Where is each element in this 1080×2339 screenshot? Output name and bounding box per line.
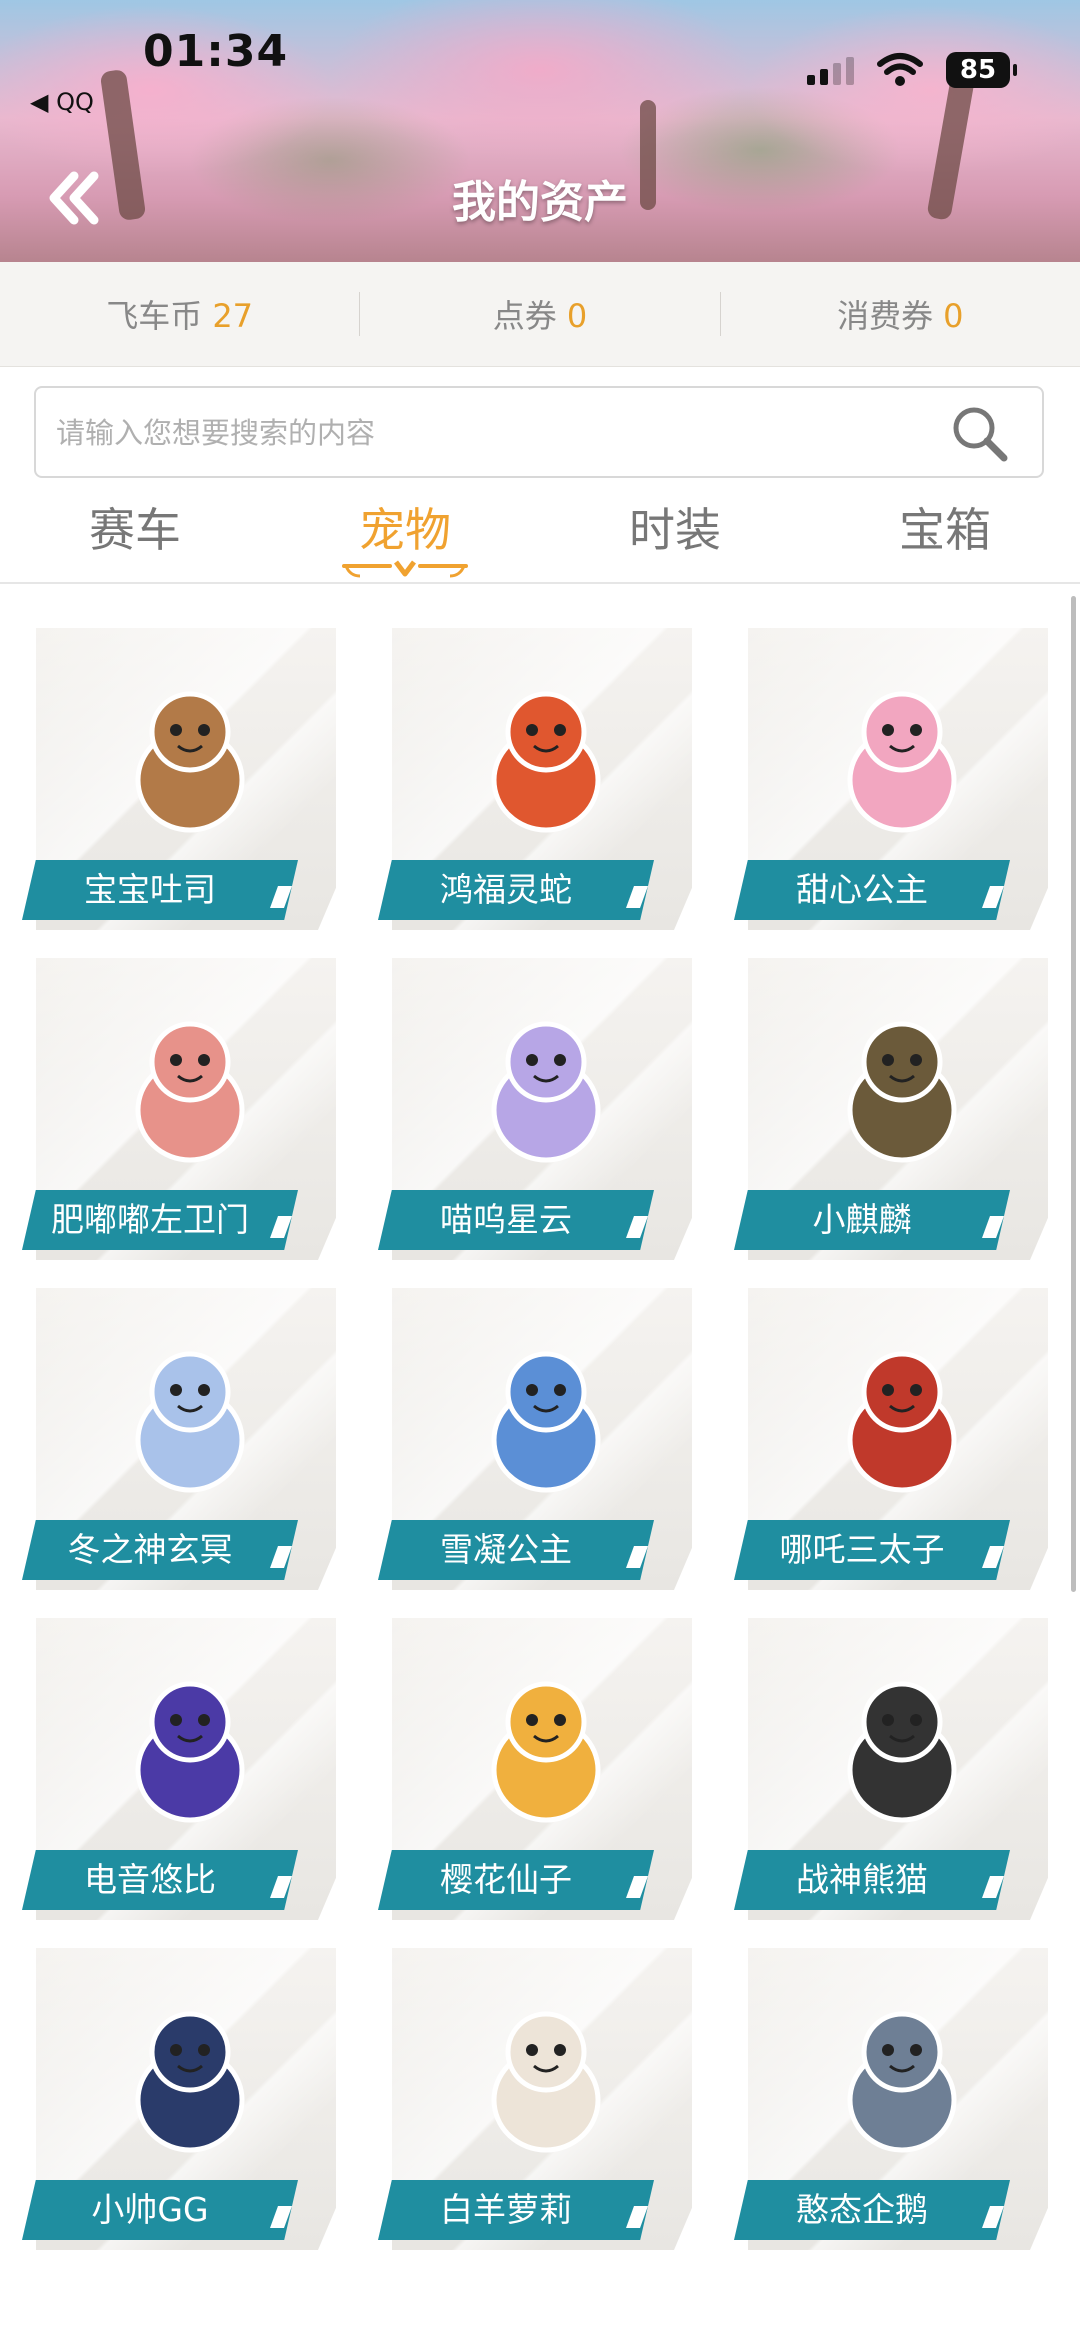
tab-pet[interactable]: 宠物 — [270, 490, 540, 582]
pet-name-label: 哪吒三太子 — [734, 1520, 1010, 1580]
pet-name-label: 冬之神玄冥 — [22, 1520, 298, 1580]
pet-name-label: 电音悠比 — [22, 1850, 298, 1910]
currency-label: 消费券 — [837, 297, 934, 335]
currency-value: 27 — [212, 297, 254, 335]
pet-name-label: 肥嘟嘟左卫门 — [22, 1190, 298, 1250]
search-input[interactable] — [54, 388, 918, 478]
sheep-pet-icon — [491, 2011, 601, 2153]
pet-card[interactable]: 宝宝吐司 — [10, 620, 336, 940]
pet-card[interactable]: 樱花仙子 — [366, 1610, 692, 1930]
wifi-icon — [877, 53, 923, 86]
pet-card[interactable]: 小帅GG — [10, 1940, 336, 2260]
music-pet-icon — [135, 1681, 245, 1823]
snake-pet-icon — [491, 691, 601, 833]
currency-bar: 飞车币 27 点券 0 消费券 0 — [0, 262, 1080, 367]
cellular-signal-icon — [807, 55, 854, 85]
currency-label: 点券 — [492, 297, 557, 335]
currency-feichebi: 飞车币 27 — [0, 291, 359, 337]
pet-card[interactable]: 哪吒三太子 — [722, 1280, 1048, 1600]
pet-card[interactable]: 喵呜星云 — [366, 950, 692, 1270]
pet-name-label: 鸿福灵蛇 — [378, 860, 654, 920]
battery-icon: 85 — [946, 52, 1017, 88]
pet-name-label: 雪凝公主 — [378, 1520, 654, 1580]
pet-card[interactable]: 雪凝公主 — [366, 1280, 692, 1600]
label-corner-mark-icon — [982, 1546, 1004, 1568]
tab-label: 时装 — [629, 503, 721, 557]
label-corner-mark-icon — [626, 886, 648, 908]
pet-card[interactable]: 小麒麟 — [722, 950, 1048, 1270]
label-corner-mark-icon — [982, 886, 1004, 908]
pet-name-label: 白羊萝莉 — [378, 2180, 654, 2240]
search-icon[interactable] — [948, 402, 1012, 466]
category-tabs: 赛车 宠物 时装 宝箱 — [0, 490, 1080, 584]
currency-xiaofeiquan: 消费券 0 — [721, 291, 1080, 337]
pet-name-label: 樱花仙子 — [378, 1850, 654, 1910]
currency-dianquan: 点券 0 — [360, 291, 719, 337]
label-corner-mark-icon — [270, 1216, 292, 1238]
boy-pet-icon — [135, 2011, 245, 2153]
search-box — [34, 386, 1044, 478]
label-corner-mark-icon — [626, 2206, 648, 2228]
label-corner-mark-icon — [982, 2206, 1004, 2228]
header-banner: 01:34 ◀ QQ 85 我的资产 — [0, 0, 1080, 262]
label-corner-mark-icon — [270, 2206, 292, 2228]
pet-name-label: 喵呜星云 — [378, 1190, 654, 1250]
sakura-fairy-pet-icon — [491, 1681, 601, 1823]
tab-fashion[interactable]: 时装 — [540, 490, 810, 582]
pet-name-label: 甜心公主 — [734, 860, 1010, 920]
active-tab-indicator — [342, 560, 468, 578]
tab-treasure-box[interactable]: 宝箱 — [810, 490, 1080, 582]
status-icons: 85 — [807, 52, 1017, 88]
label-corner-mark-icon — [270, 886, 292, 908]
princess-pet-icon — [847, 691, 957, 833]
label-corner-mark-icon — [270, 1546, 292, 1568]
pet-card[interactable]: 甜心公主 — [722, 620, 1048, 940]
currency-label: 飞车币 — [106, 297, 203, 335]
tab-racecar[interactable]: 赛车 — [0, 490, 270, 582]
scrollbar[interactable] — [1071, 596, 1076, 1592]
currency-value: 0 — [566, 297, 588, 335]
status-time: 01:34 — [143, 26, 289, 77]
panda-pet-icon — [847, 1681, 957, 1823]
pet-name-label: 憨态企鹅 — [734, 2180, 1010, 2240]
pet-card[interactable]: 肥嘟嘟左卫门 — [10, 950, 336, 1270]
tab-label: 赛车 — [89, 503, 181, 557]
page-title: 我的资产 — [452, 177, 628, 228]
label-corner-mark-icon — [270, 1876, 292, 1898]
pet-card[interactable]: 电音悠比 — [10, 1610, 336, 1930]
label-corner-mark-icon — [626, 1546, 648, 1568]
pet-card[interactable]: 憨态企鹅 — [722, 1940, 1048, 2260]
label-corner-mark-icon — [626, 1876, 648, 1898]
snow-princess-pet-icon — [491, 1351, 601, 1493]
pet-card[interactable]: 白羊萝莉 — [366, 1940, 692, 2260]
label-corner-mark-icon — [982, 1216, 1004, 1238]
pet-name-label: 战神熊猫 — [734, 1850, 1010, 1910]
tab-label: 宝箱 — [899, 503, 991, 557]
penguin-pet-icon — [847, 2011, 957, 2153]
pet-name-label: 宝宝吐司 — [22, 860, 298, 920]
back-to-app-link[interactable]: ◀ QQ — [30, 88, 94, 116]
qilin-pet-icon — [847, 1021, 957, 1163]
label-corner-mark-icon — [626, 1216, 648, 1238]
cat-cloud-pet-icon — [491, 1021, 601, 1163]
currency-value: 0 — [943, 297, 964, 335]
pet-name-label: 小麒麟 — [734, 1190, 1010, 1250]
nezha-pet-icon — [847, 1351, 957, 1493]
tab-label: 宠物 — [359, 503, 451, 557]
pet-card[interactable]: 冬之神玄冥 — [10, 1280, 336, 1600]
pig-pet-icon — [135, 1021, 245, 1163]
winter-god-pet-icon — [135, 1351, 245, 1493]
label-corner-mark-icon — [982, 1876, 1004, 1898]
toast-pet-icon — [135, 691, 245, 833]
pet-name-label: 小帅GG — [22, 2180, 298, 2240]
pet-card[interactable]: 战神熊猫 — [722, 1610, 1048, 1930]
pet-card[interactable]: 鸿福灵蛇 — [366, 620, 692, 940]
